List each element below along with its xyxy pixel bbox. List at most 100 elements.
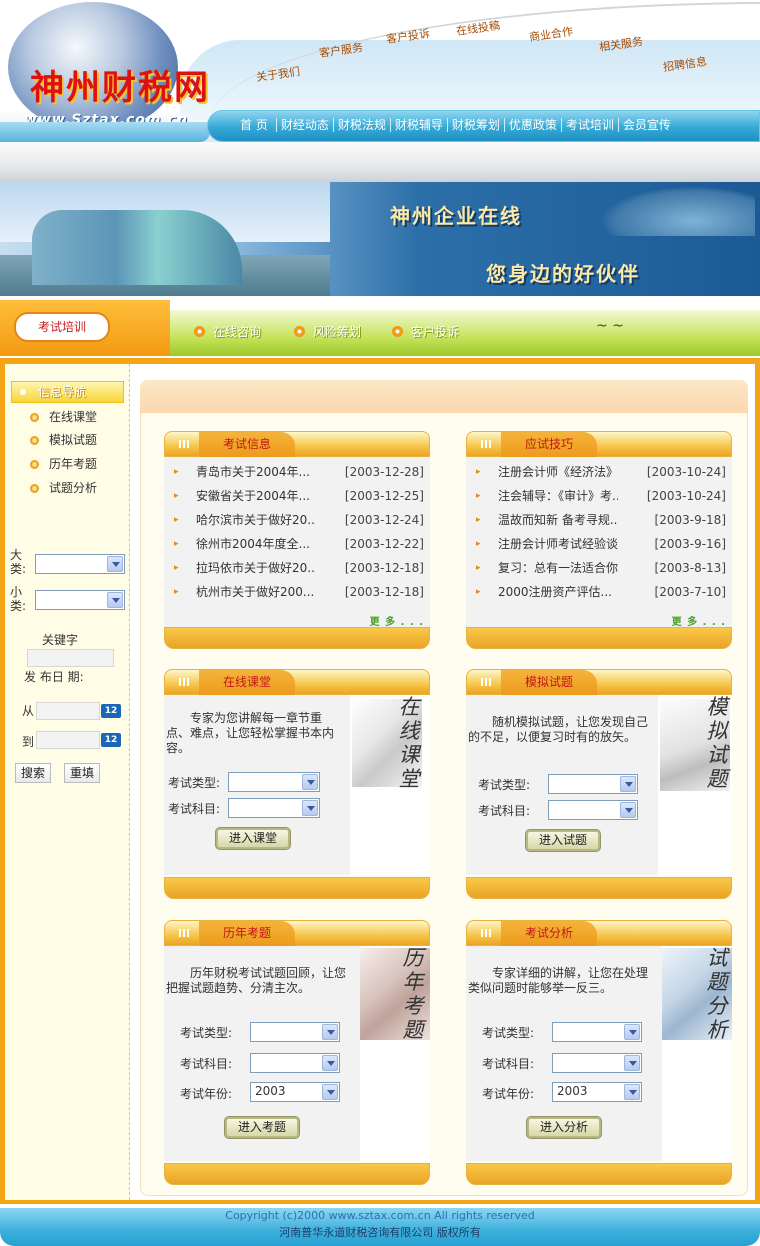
chevron-down-icon[interactable] xyxy=(620,776,636,792)
search-button[interactable]: 搜索 xyxy=(15,763,51,783)
star-icon xyxy=(20,389,26,395)
enter-analysis-button[interactable]: 进入分析 xyxy=(526,1116,602,1139)
small-category-select[interactable] xyxy=(35,590,125,610)
panel-description: 随机模拟试题，让您发现自己的不足，以便复习时有的放矢。 xyxy=(468,715,649,744)
enter-class-button[interactable]: 进入课堂 xyxy=(215,827,291,850)
exam-subject-select[interactable] xyxy=(228,798,320,818)
chevron-down-icon[interactable] xyxy=(302,774,318,790)
exam-subject-label: 考试科目: xyxy=(482,1057,535,1071)
nav-policies[interactable]: 优惠政策 xyxy=(503,118,561,132)
nav-tax-planning[interactable]: 财税筹划 xyxy=(446,118,504,132)
panel-header: 考试分析 xyxy=(466,920,732,946)
reset-button[interactable]: 重填 xyxy=(64,763,100,783)
exam-year-label: 考试年份: xyxy=(180,1087,233,1101)
list-item[interactable]: ▸ 拉玛依市关于做好20... [2003-12-18] xyxy=(174,561,424,575)
chevron-down-icon[interactable] xyxy=(624,1024,640,1040)
nav-finance-news[interactable]: 财经动态 xyxy=(275,118,333,132)
from-date-input[interactable] xyxy=(36,702,100,720)
exam-subject-select[interactable] xyxy=(250,1053,340,1073)
big-category-label: 大类: xyxy=(10,548,27,576)
bullet-icon xyxy=(30,436,39,445)
to-label: 到 xyxy=(22,735,35,749)
panel-footer xyxy=(466,877,732,899)
calendar-icon[interactable]: 12 xyxy=(101,704,121,718)
calendar-icon[interactable]: 12 xyxy=(101,733,121,747)
list-item[interactable]: ▸ 注会辅导：《审计》考... [2003-10-24] xyxy=(476,489,726,503)
past-image-text: 历年考题 xyxy=(402,946,424,1042)
exam-type-label: 考试类型: xyxy=(482,1026,535,1040)
list-item[interactable]: ▸ 温故而知新 备考寻规... [2003-9-18] xyxy=(476,513,726,527)
grip-icon xyxy=(179,678,191,686)
nav-tax-tutor[interactable]: 财税辅导 xyxy=(389,118,447,132)
list-item[interactable]: ▸ 注册会计师《经济法》... [2003-10-24] xyxy=(476,465,726,479)
list-item[interactable]: ▸ 安徽省关于2004年... [2003-12-25] xyxy=(174,489,424,503)
site-logo[interactable]: 神州财税网 xyxy=(30,60,210,109)
exam-year-select[interactable]: 2003 xyxy=(250,1082,340,1102)
enter-mock-button[interactable]: 进入试题 xyxy=(525,829,601,852)
panel-body: ▸ 注册会计师《经济法》... [2003-10-24] ▸ 注会辅导：《审计》考..… xyxy=(466,457,732,628)
nav-tax-law[interactable]: 财税法规 xyxy=(332,118,390,132)
list-item[interactable]: ▸ 徐州市2004年度全... [2003-12-22] xyxy=(174,537,424,551)
list-item[interactable]: ▸ 哈尔滨市关于做好20... [2003-12-24] xyxy=(174,513,424,527)
nav-training[interactable]: 考试培训 xyxy=(560,118,618,132)
sidebar-item-online-class[interactable]: 在线课堂 xyxy=(30,408,97,425)
exam-type-select[interactable] xyxy=(552,1022,642,1042)
exam-type-select[interactable] xyxy=(548,774,638,794)
exam-subject-select[interactable] xyxy=(548,800,638,820)
exam-year-select[interactable]: 2003 xyxy=(552,1082,642,1102)
keyword-input[interactable] xyxy=(27,649,114,667)
enter-past-button[interactable]: 进入考题 xyxy=(224,1116,300,1139)
link-complaint[interactable]: 客户投诉 xyxy=(392,323,459,340)
list-item[interactable]: ▸ 青岛市关于2004年... [2003-12-28] xyxy=(174,465,424,479)
arrow-icon: ▸ xyxy=(174,491,179,501)
grip-icon xyxy=(481,678,493,686)
more-link[interactable]: 更 多 . . . xyxy=(370,613,424,628)
nav-home[interactable]: 首 页 xyxy=(236,118,276,132)
header-shadow xyxy=(0,142,760,182)
keyword-label: 关键字 xyxy=(42,633,79,647)
arrow-icon: ▸ xyxy=(476,491,481,501)
panel-body: 随机模拟试题，让您发现自己的不足，以便复习时有的放矢。 考试类型: 考试科目: … xyxy=(466,695,658,875)
chevron-down-icon[interactable] xyxy=(302,800,318,816)
big-category-select[interactable] xyxy=(35,554,125,574)
chevron-down-icon[interactable] xyxy=(620,802,636,818)
arrow-icon: ▸ xyxy=(476,515,481,525)
more-link[interactable]: 更 多 . . . xyxy=(672,613,726,628)
sidebar-item-analysis[interactable]: 试题分析 xyxy=(30,479,97,496)
list-item[interactable]: ▸ 复习：总有一法适合你 [2003-8-13] xyxy=(476,561,726,575)
banner-slogan-2: 您身边的好伙伴 xyxy=(486,262,640,286)
chevron-down-icon[interactable] xyxy=(322,1055,338,1071)
chevron-down-icon[interactable] xyxy=(107,556,123,572)
list-item[interactable]: ▸ 杭州市关于做好200... [2003-12-18] xyxy=(174,585,424,599)
chevron-down-icon[interactable] xyxy=(624,1084,640,1100)
exam-type-label: 考试类型: xyxy=(478,778,531,792)
list-item[interactable]: ▸ 注册会计师考试经验谈... [2003-9-16] xyxy=(476,537,726,551)
chevron-down-icon[interactable] xyxy=(322,1024,338,1040)
exam-subject-label: 考试科目: xyxy=(478,804,531,818)
exam-type-select[interactable] xyxy=(228,772,320,792)
arrow-icon: ▸ xyxy=(476,587,481,597)
link-consult[interactable]: 在线咨询 xyxy=(194,323,261,340)
panel-title: 考试分析 xyxy=(501,921,597,946)
panel-past-exam: 历年考题 历年财税考试试题回顾，让您把握试题趋势、分清主次。 考试类型: 考试科… xyxy=(164,920,430,1187)
exam-subject-select[interactable] xyxy=(552,1053,642,1073)
panel-header: 应试技巧 xyxy=(466,431,732,457)
nav-members[interactable]: 会员宣传 xyxy=(617,118,675,132)
panel-online-class: 在线课堂 专家为您讲解每一章节重点、难点，让您轻松掌握书本内容。 考试类型: 考… xyxy=(164,669,430,901)
to-date-input[interactable] xyxy=(36,731,100,749)
banner-building xyxy=(32,210,242,285)
small-category-label: 小类: xyxy=(10,585,27,613)
chevron-down-icon[interactable] xyxy=(322,1084,338,1100)
link-risk-planning[interactable]: 风险筹划 xyxy=(294,323,361,340)
arrow-icon: ▸ xyxy=(476,539,481,549)
sidebar-item-past-exam[interactable]: 历年考题 xyxy=(30,455,97,472)
chevron-down-icon[interactable] xyxy=(107,592,123,608)
panel-mock-exam: 模拟试题 随机模拟试题，让您发现自己的不足，以便复习时有的放矢。 考试类型: 考… xyxy=(466,669,732,901)
chevron-down-icon[interactable] xyxy=(624,1055,640,1071)
exam-type-select[interactable] xyxy=(250,1022,340,1042)
sidebar-item-mock-exam[interactable]: 模拟试题 xyxy=(30,431,97,448)
main-nav: 首 页 财经动态 财税法规 财税辅导 财税筹划 优惠政策 考试培训 会员宣传 xyxy=(207,110,760,142)
arrow-icon: ▸ xyxy=(174,467,179,477)
list-item[interactable]: ▸ 2000注册资产评估... [2003-7-10] xyxy=(476,585,726,599)
grip-icon xyxy=(179,440,191,448)
